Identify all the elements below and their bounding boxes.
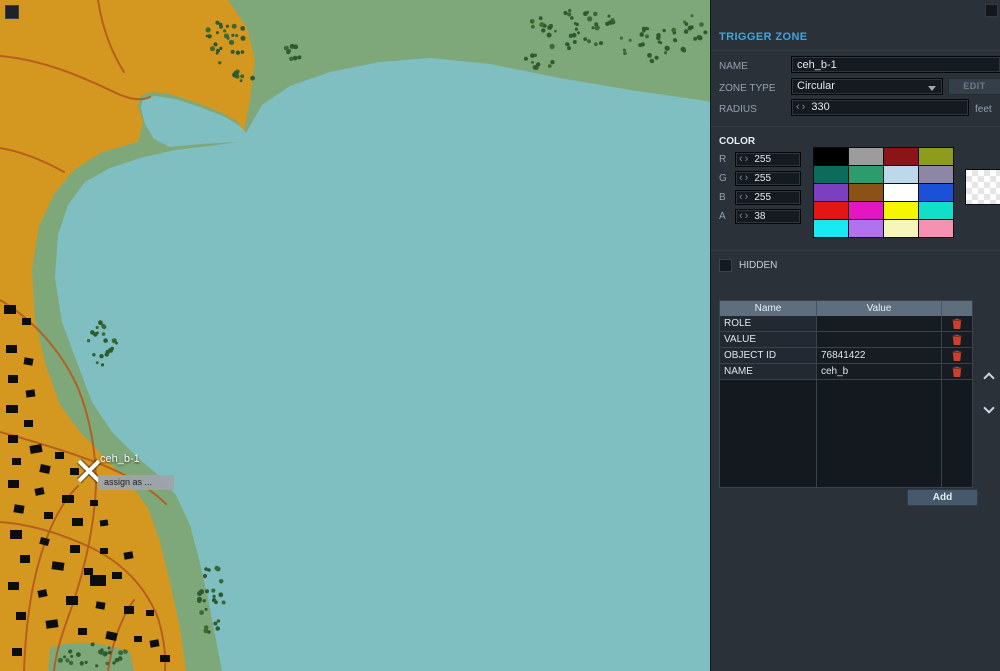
palette-swatch[interactable] [814,220,848,237]
scroll-up-button[interactable] [983,370,997,384]
table-empty-area [720,380,972,487]
channel-value: 255 [754,173,772,184]
header-value: Value [817,301,942,316]
palette-swatch[interactable] [919,184,953,201]
spin-down-icon[interactable]: ‹ [739,172,743,184]
table-row: OBJECT ID 76841422 [720,348,972,364]
channel-spinner[interactable]: ‹ › 255 [735,171,801,186]
palette-swatch[interactable] [884,184,918,201]
attr-value-cell[interactable] [817,316,942,332]
spin-up-icon[interactable]: › [745,210,749,222]
palette-swatch[interactable] [919,148,953,165]
chevron-down-icon [983,402,995,414]
color-palette [813,147,954,238]
spin-up-icon[interactable]: › [745,153,749,165]
palette-swatch[interactable] [849,220,883,237]
spin-up-icon[interactable]: › [802,101,806,113]
color-channels: R ‹ › 255 G ‹ › 255 B ‹ › 255 A ‹ › 38 [719,150,811,226]
attr-value-cell[interactable] [817,332,942,348]
attr-value-cell[interactable]: ceh_b [817,364,942,380]
palette-swatch[interactable] [849,166,883,183]
palette-swatch[interactable] [919,220,953,237]
channel-value: 38 [754,211,766,222]
palette-swatch[interactable] [884,148,918,165]
table-body: ROLE VALUE OBJECT ID 76841422 NAME ceh_b [720,316,972,380]
radius-label: RADIUS [719,104,757,115]
panel-scroll-button[interactable] [985,4,998,17]
spin-down-icon[interactable]: ‹ [796,101,800,113]
channel-label: R [719,154,727,165]
panel-title: TRIGGER ZONE [719,31,808,43]
attr-value-cell[interactable]: 76841422 [817,348,942,364]
palette-swatch[interactable] [814,202,848,219]
attr-name-cell[interactable]: OBJECT ID [720,348,817,364]
delete-row-button[interactable] [942,316,972,332]
divider [711,126,1000,127]
channel-spinner[interactable]: ‹ › 38 [735,209,801,224]
divider [711,250,1000,251]
spin-down-icon[interactable]: ‹ [739,210,743,222]
add-attribute-button[interactable]: Add [907,489,978,506]
attributes-table: Name Value ROLE VALUE OBJECT ID 76841422 NAM… [719,300,973,488]
table-row: VALUE [720,332,972,348]
channel-label: G [719,173,727,184]
hidden-checkbox[interactable] [719,259,732,272]
zone-type-value: Circular [797,80,835,92]
marker-label: ceh_b-1 [100,453,140,465]
hidden-label: HIDDEN [739,260,778,271]
zone-type-label: ZONE TYPE [719,83,776,94]
delete-row-button[interactable] [942,332,972,348]
palette-swatch[interactable] [814,184,848,201]
color-preview-alpha [966,170,1000,204]
divider [711,50,1000,51]
radius-value: 330 [811,101,830,113]
palette-swatch[interactable] [919,166,953,183]
map-corner-control[interactable] [5,5,19,19]
spin-up-icon[interactable]: › [745,172,749,184]
palette-swatch[interactable] [814,166,848,183]
radius-spinner[interactable]: ‹ › 330 [791,99,969,116]
spin-up-icon[interactable]: › [745,191,749,203]
spin-down-icon[interactable]: ‹ [739,153,743,165]
delete-row-button[interactable] [942,348,972,364]
palette-swatch[interactable] [884,202,918,219]
map-canvas[interactable]: ceh_b-1 assign as ... [0,0,710,671]
header-actions [942,301,972,316]
palette-swatch[interactable] [814,148,848,165]
edit-zone-button[interactable]: EDIT [948,78,1000,95]
spin-down-icon[interactable]: ‹ [739,191,743,203]
chevron-up-icon [983,372,995,384]
channel-label: A [719,211,726,222]
terrain-map [0,0,710,671]
table-row: NAME ceh_b [720,364,972,380]
channel-spinner[interactable]: ‹ › 255 [735,152,801,167]
delete-row-button[interactable] [942,364,972,380]
channel-value: 255 [754,192,772,203]
palette-swatch[interactable] [849,148,883,165]
channel-label: B [719,192,726,203]
attr-name-cell[interactable]: ROLE [720,316,817,332]
palette-swatch[interactable] [849,202,883,219]
palette-swatch[interactable] [849,184,883,201]
channel-value: 255 [754,154,772,165]
name-input[interactable] [791,56,1000,73]
palette-swatch[interactable] [884,166,918,183]
color-preview[interactable] [965,169,1000,205]
attr-name-cell[interactable]: VALUE [720,332,817,348]
table-header: Name Value [720,301,972,316]
name-label: NAME [719,61,748,72]
radius-unit: feet [975,104,992,115]
marker-tooltip: assign as ... [98,475,174,490]
scroll-down-button[interactable] [983,402,997,418]
trigger-zone-panel: TRIGGER ZONE NAME ZONE TYPE Circular EDI… [710,0,1000,671]
header-name: Name [720,301,817,316]
zone-type-select[interactable]: Circular [791,78,943,95]
palette-swatch[interactable] [919,202,953,219]
attr-name-cell[interactable]: NAME [720,364,817,380]
table-row: ROLE [720,316,972,332]
channel-spinner[interactable]: ‹ › 255 [735,190,801,205]
palette-swatch[interactable] [884,220,918,237]
chevron-down-icon [928,86,936,91]
color-heading: COLOR [719,136,756,147]
